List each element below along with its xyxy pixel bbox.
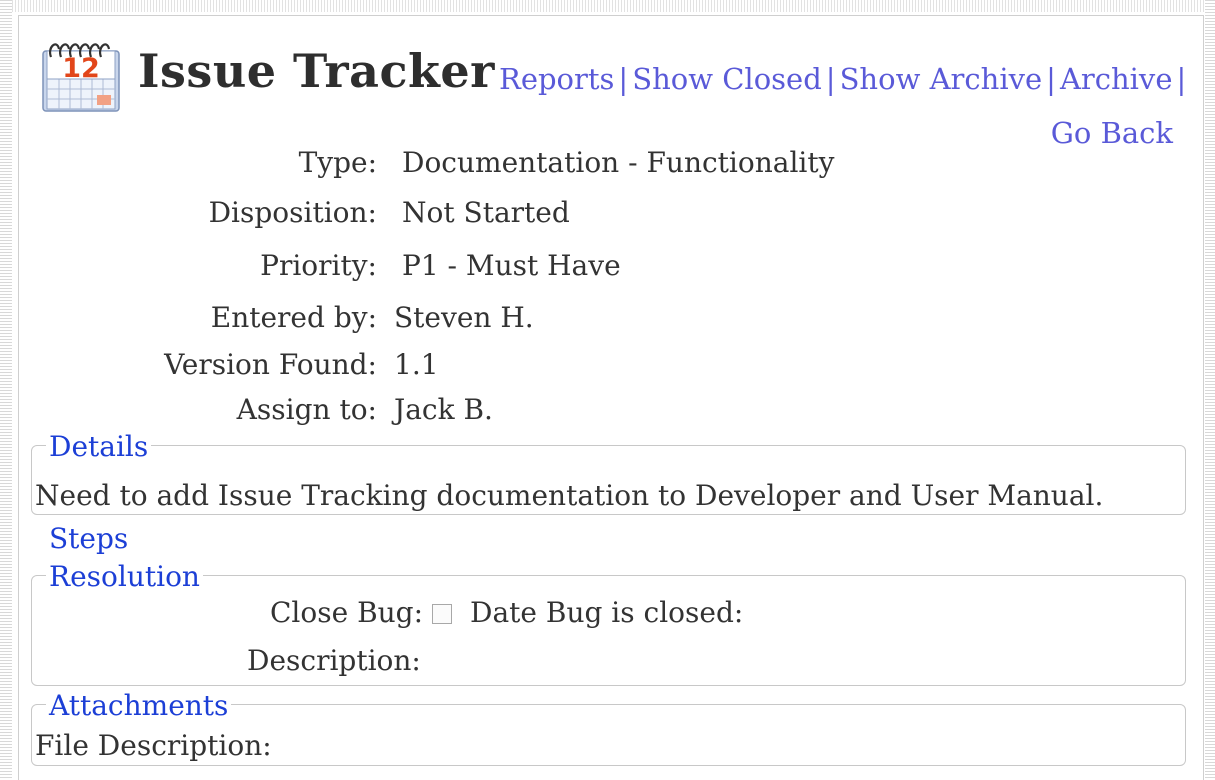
top-nav: Reports | Show Closed | Show Archive | Archive…	[499, 62, 1190, 96]
date-bug-closed-label: Date Bug is closed:	[470, 596, 744, 629]
description-label: Description:	[247, 644, 421, 677]
close-bug-checkbox[interactable]	[432, 604, 452, 624]
version-found-value: 1.1	[394, 348, 439, 381]
nav-separator: |	[1176, 62, 1187, 96]
reports-link[interactable]: Reports	[499, 62, 614, 96]
assign-to-label: Assign to:	[236, 393, 377, 426]
resolution-fieldset: Resolution Close Bug: Date Bug is closed…	[31, 561, 1186, 686]
details-text: Need to add Issue Tracking documentation…	[35, 479, 1104, 512]
nav-separator: |	[618, 62, 629, 96]
steps-legend: Steps	[49, 522, 129, 555]
assign-to-value: Jack B.	[394, 393, 493, 426]
page-left-border	[0, 0, 12, 780]
calendar-day: 12	[62, 53, 100, 84]
priority-label: Priority:	[260, 249, 377, 282]
show-archive-link[interactable]: Show Archive	[840, 62, 1043, 96]
type-label: Type:	[298, 146, 377, 179]
attachments-fieldset: Attachments File Description:	[31, 690, 1186, 766]
resolution-legend: Resolution	[46, 561, 203, 593]
details-legend: Details	[46, 431, 152, 463]
disposition-value: Not Started	[402, 196, 570, 229]
disposition-label: Disposition:	[208, 196, 377, 229]
page-top-border	[0, 0, 1215, 12]
nav-separator: |	[1046, 62, 1056, 96]
nav-separator: |	[825, 62, 836, 96]
calendar-icon: 12	[42, 43, 120, 112]
file-description-label: File Description:	[35, 729, 272, 762]
go-back-link[interactable]: Go Back	[1051, 116, 1173, 150]
page-right-border	[1205, 0, 1215, 780]
details-fieldset: Details Need to add Issue Tracking docum…	[31, 431, 1186, 515]
app-title: Issue Tracker	[138, 44, 495, 98]
type-value: Documentation - Functionality	[402, 146, 835, 179]
close-bug-label: Close Bug:	[270, 596, 424, 629]
entered-by-value: Steven H.	[394, 301, 534, 334]
archive-link[interactable]: Archive	[1060, 62, 1173, 96]
entered-by-label: Entered by:	[210, 301, 377, 334]
attachments-legend: Attachments	[46, 690, 232, 722]
priority-value: P1 - Must Have	[402, 249, 621, 282]
show-closed-link[interactable]: Show Closed	[632, 62, 822, 96]
version-found-label: Version Found:	[164, 348, 377, 381]
